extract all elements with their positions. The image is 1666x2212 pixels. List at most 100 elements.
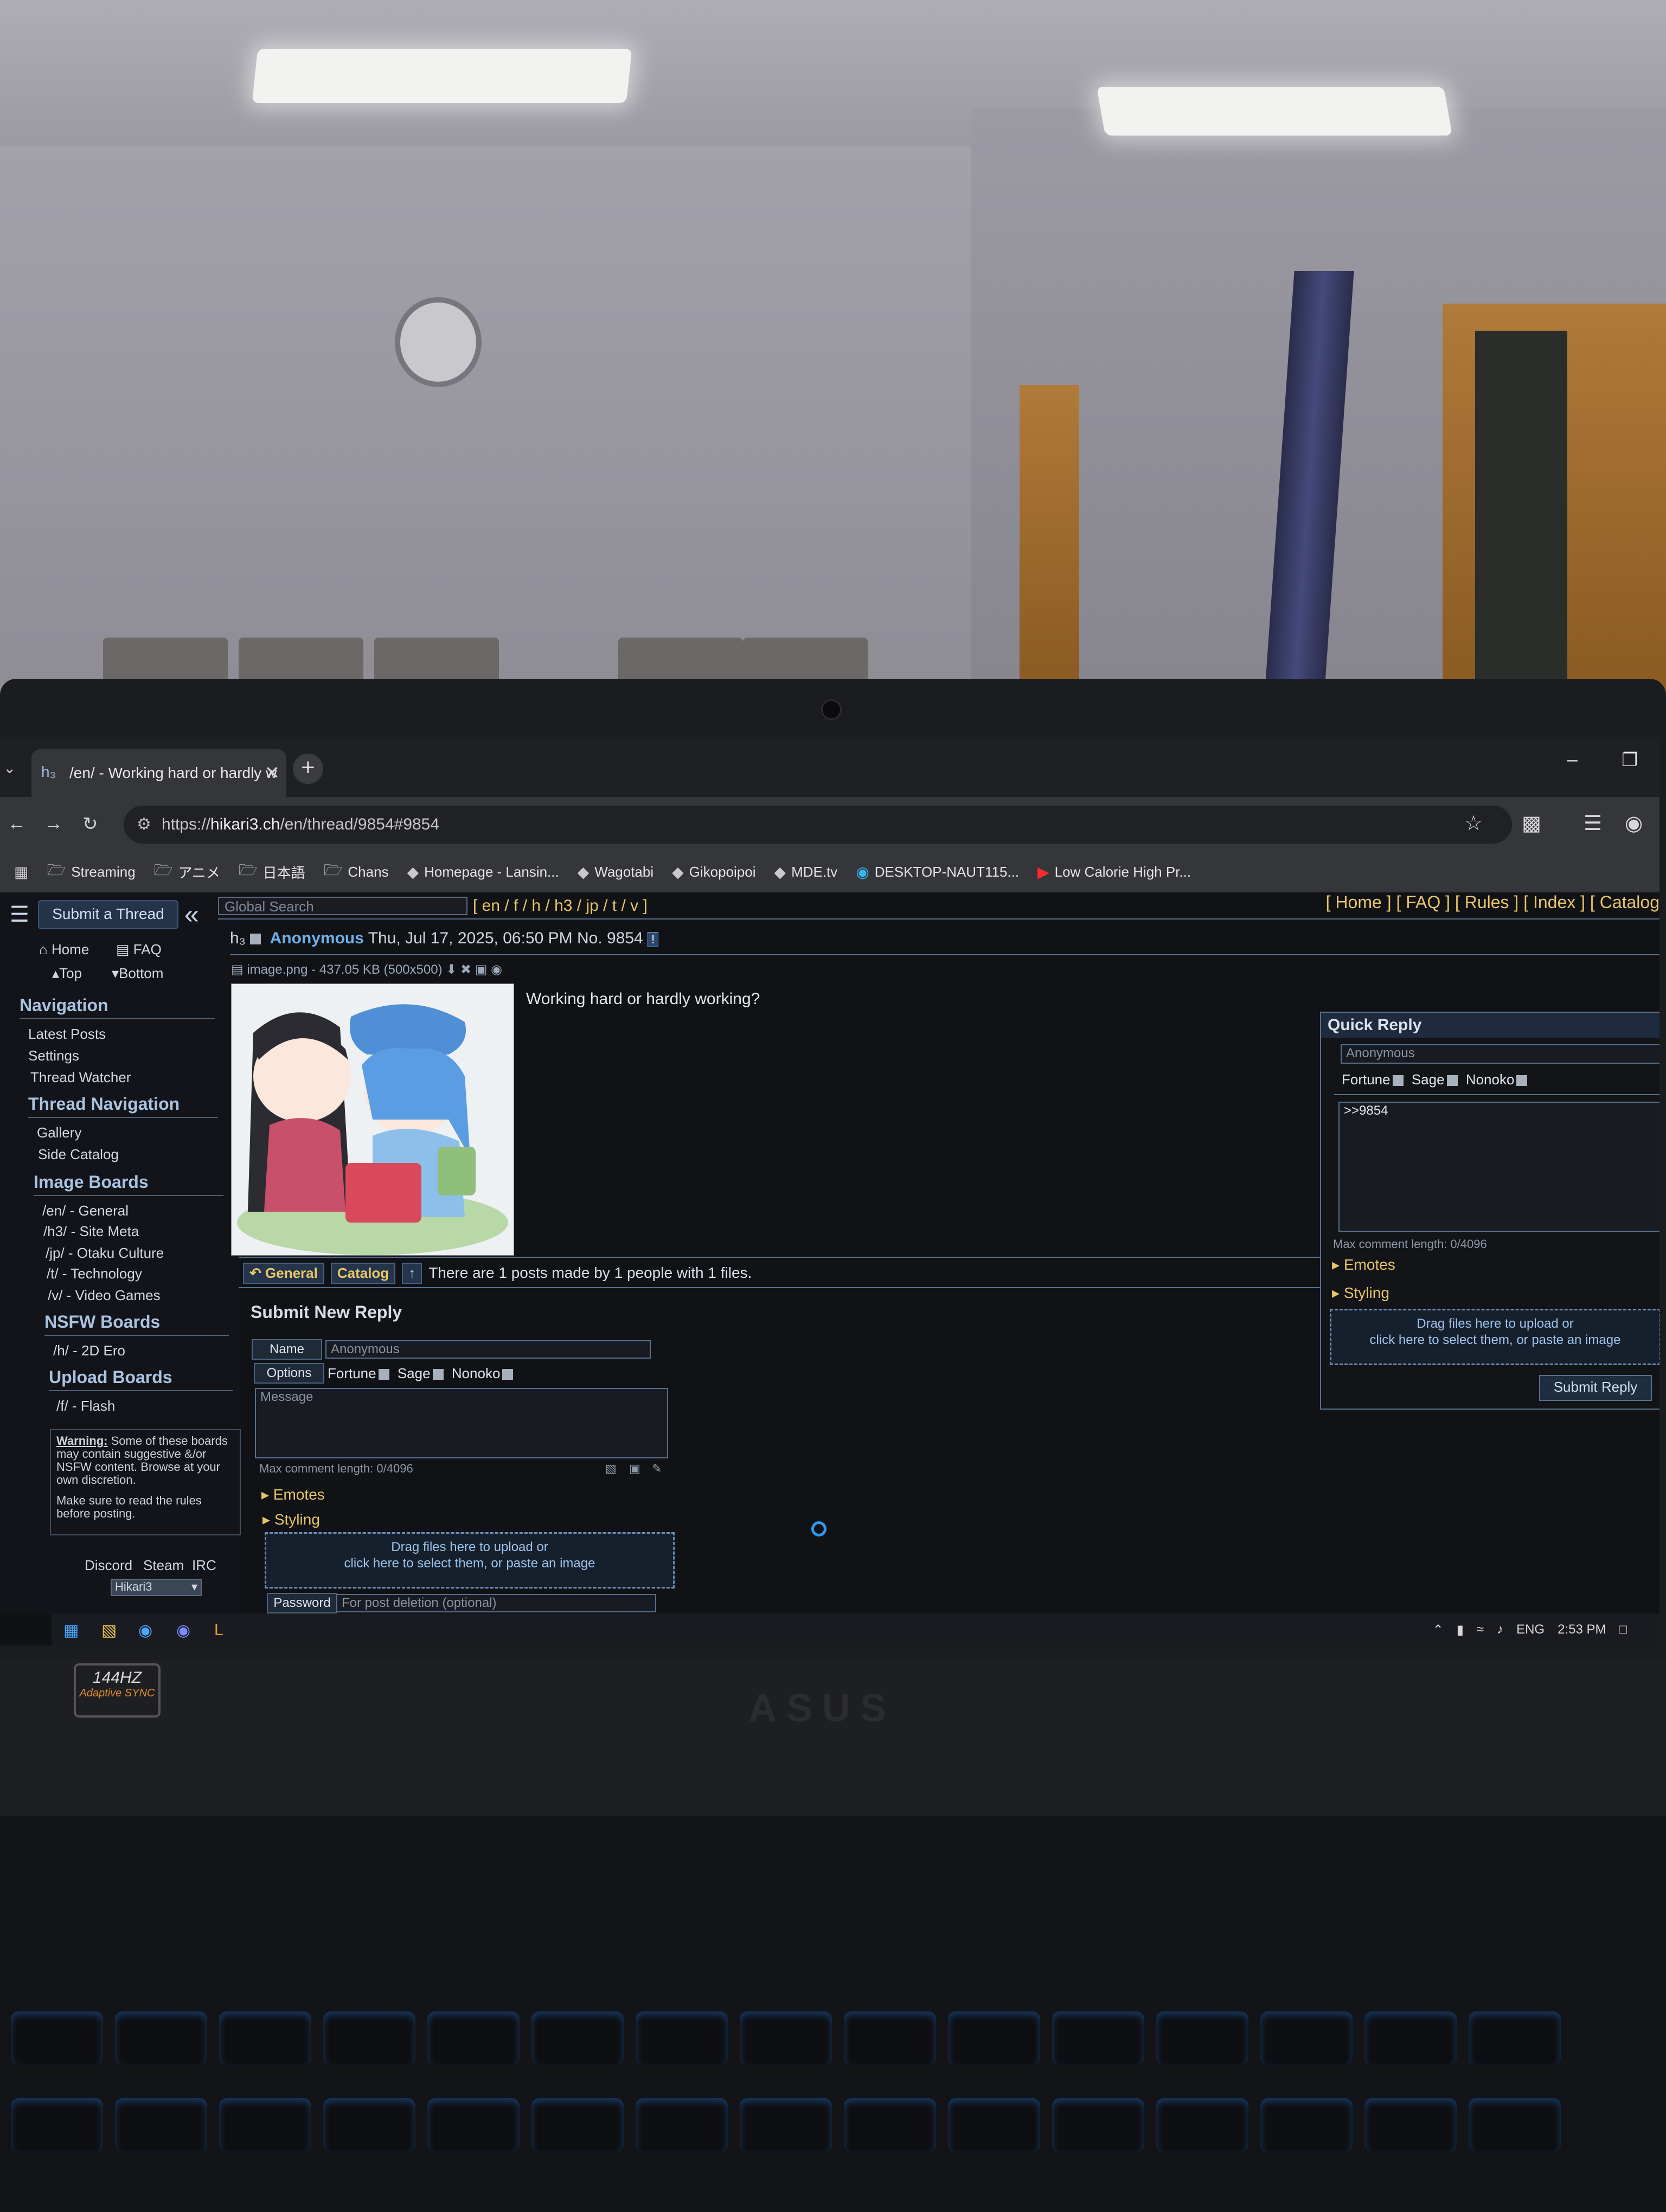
close-tab-icon[interactable]: ✕	[265, 762, 280, 784]
emote-icon[interactable]: ▧	[605, 1462, 617, 1476]
fortune-checkbox[interactable]	[1392, 1075, 1404, 1086]
board-link-t[interactable]: /t/ - Technology	[47, 1265, 142, 1282]
bookmark-item[interactable]: ◆ Gikopoipoi	[672, 863, 755, 881]
keyboard-key[interactable]	[844, 2011, 936, 2066]
keyboard-key[interactable]	[115, 2011, 207, 2066]
keyboard-key[interactable]	[1364, 2011, 1457, 2066]
board-link-h3[interactable]: /h3/ - Site Meta	[43, 1223, 139, 1240]
bottom-link[interactable]: ▾Bottom	[112, 965, 163, 982]
quick-reply-styling-toggle[interactable]: ▸ Styling	[1332, 1284, 1389, 1302]
nav-side-catalog[interactable]: Side Catalog	[38, 1146, 119, 1163]
keyboard-key[interactable]	[1156, 2011, 1248, 2066]
nav-latest-posts[interactable]: Latest Posts	[28, 1026, 106, 1043]
global-search-input[interactable]: Global Search	[218, 897, 467, 915]
top-link[interactable]: ▴Top	[52, 965, 82, 982]
nav-gallery[interactable]: Gallery	[37, 1124, 81, 1141]
notification-icon[interactable]: □	[1619, 1622, 1627, 1638]
keyboard-key[interactable]	[11, 2011, 103, 2066]
back-icon[interactable]: ←	[8, 813, 26, 834]
file-dropzone[interactable]: Drag files here to upload or click here …	[265, 1532, 675, 1589]
file-explorer-icon[interactable]: ▧	[101, 1621, 117, 1640]
faq-link[interactable]: ▤ FAQ	[116, 941, 162, 958]
board-link-en[interactable]: /en/ - General	[42, 1203, 129, 1219]
catalog-button[interactable]: Catalog	[330, 1262, 396, 1284]
minimize-icon[interactable]: –	[1567, 749, 1578, 770]
nonoko-checkbox[interactable]	[1516, 1075, 1528, 1086]
profile-icon[interactable]: ◉	[1625, 811, 1643, 835]
site-info-icon[interactable]: ⚙	[137, 806, 151, 844]
bookmark-item[interactable]: ◆ MDE.tv	[774, 863, 838, 881]
clock[interactable]: 2:53 PM	[1558, 1622, 1606, 1638]
bookmark-item[interactable]: ◆ Homepage - Lansin...	[407, 863, 559, 881]
nonoko-checkbox[interactable]	[502, 1369, 514, 1380]
keyboard-key[interactable]	[948, 2098, 1040, 2152]
download-icon[interactable]: ⬇	[446, 962, 457, 977]
sauce-icon[interactable]: ◉	[491, 962, 502, 977]
apps-grid-icon[interactable]: ▦	[14, 863, 28, 881]
restore-icon[interactable]: ❐	[1622, 749, 1638, 771]
media-control-icon[interactable]: ☰	[1584, 811, 1602, 835]
bookmark-item[interactable]: 🗁 Chans	[324, 859, 389, 885]
url-bar[interactable]: ⚙ https://hikari3.ch/en/thread/9854#9854	[124, 806, 1512, 844]
irc-link[interactable]: IRC	[192, 1557, 216, 1574]
reverse-search-icon[interactable]: ▣	[475, 962, 488, 977]
wifi-icon[interactable]: ≈	[1477, 1622, 1484, 1638]
keyboard-key[interactable]	[740, 2098, 832, 2152]
reload-icon[interactable]: ↻	[82, 813, 98, 835]
keyboard-key[interactable]	[219, 2011, 311, 2066]
chrome-icon[interactable]: ◉	[138, 1621, 152, 1640]
keyboard-key[interactable]	[1260, 2011, 1353, 2066]
menu-icon[interactable]: ☰	[10, 902, 29, 927]
steam-link[interactable]: Steam	[143, 1557, 184, 1574]
windows-start-icon[interactable]: ▦	[63, 1621, 79, 1640]
keyboard-key[interactable]	[636, 2011, 728, 2066]
volume-icon[interactable]: ♪	[1497, 1622, 1503, 1638]
bookmark-item[interactable]: ▶ Low Calorie High Pr...	[1037, 863, 1191, 881]
nav-thread-watcher[interactable]: Thread Watcher	[30, 1069, 131, 1086]
home-link[interactable]: ⌂ Home	[39, 941, 89, 958]
keyboard-key[interactable]	[531, 2098, 624, 2152]
keyboard-key[interactable]	[531, 2011, 624, 2066]
keyboard-key[interactable]	[11, 2098, 103, 2152]
keyboard-key[interactable]	[740, 2011, 832, 2066]
language-indicator[interactable]: ENG	[1516, 1622, 1545, 1638]
pencil-icon[interactable]: ✎	[652, 1462, 662, 1476]
keyboard-key[interactable]	[948, 2011, 1040, 2066]
board-link-v[interactable]: /v/ - Video Games	[48, 1287, 161, 1304]
quick-reply-message[interactable]: >>9854	[1338, 1102, 1659, 1232]
collapse-sidebar-icon[interactable]: «	[184, 900, 199, 930]
bookmark-item[interactable]: 🗁 Streaming	[47, 859, 135, 885]
app-icon[interactable]: L	[214, 1621, 223, 1639]
quick-reply-emotes-toggle[interactable]: ▸ Emotes	[1332, 1256, 1395, 1274]
site-links[interactable]: [ Home ] [ FAQ ] [ Rules ] [ Index ] [ C…	[1326, 892, 1659, 912]
keyboard-key[interactable]	[115, 2098, 207, 2152]
board-link-f[interactable]: /f/ - Flash	[56, 1398, 115, 1414]
post-number[interactable]: No. 9854	[577, 929, 643, 947]
keyboard-key[interactable]	[1156, 2098, 1248, 2152]
media-icon[interactable]: ▣	[629, 1462, 640, 1476]
sage-checkbox[interactable]	[432, 1369, 444, 1380]
quick-reply-name-field[interactable]: Anonymous	[1341, 1044, 1659, 1064]
emotes-toggle[interactable]: ▸ Emotes	[261, 1486, 325, 1503]
bookmark-item[interactable]: ◉ DESKTOP-NAUT115...	[856, 863, 1019, 881]
name-field[interactable]: Anonymous	[325, 1340, 651, 1359]
password-field[interactable]: For post deletion (optional)	[336, 1594, 656, 1612]
board-link-jp[interactable]: /jp/ - Otaku Culture	[46, 1245, 164, 1262]
report-button[interactable]: !	[648, 932, 659, 947]
keyboard-key[interactable]	[1052, 2011, 1144, 2066]
keyboard-key[interactable]	[427, 2011, 520, 2066]
browser-tab-active[interactable]: h₃ /en/ - Working hard or hardly w ✕	[31, 749, 286, 797]
general-button[interactable]: ↶ General	[243, 1262, 324, 1284]
keyboard-key[interactable]	[1364, 2098, 1457, 2152]
keyboard-key[interactable]	[323, 2098, 415, 2152]
sage-checkbox[interactable]	[1446, 1075, 1458, 1086]
bookmark-item[interactable]: 🗁 日本語	[239, 859, 305, 885]
bookmark-item[interactable]: 🗁 アニメ	[154, 859, 220, 885]
bookmark-item[interactable]: ◆ Wagotabi	[578, 863, 653, 881]
theme-select[interactable]: Hikari3 ▾	[111, 1579, 202, 1596]
discord-icon[interactable]: ◉	[176, 1621, 190, 1640]
quick-reply-dropzone[interactable]: Drag files here to upload or click here …	[1330, 1309, 1659, 1365]
hide-icon[interactable]: ✖	[460, 962, 471, 977]
new-tab-button[interactable]: +	[293, 754, 323, 784]
styling-toggle[interactable]: ▸ Styling	[262, 1510, 320, 1528]
